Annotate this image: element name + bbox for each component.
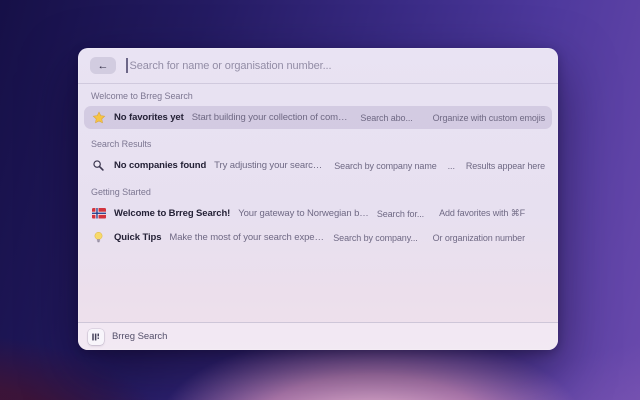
app-name: Brreg Search <box>112 331 168 342</box>
list-item-subtitle: Start building your collection of compan… <box>191 112 353 123</box>
list-item-title: No companies found <box>114 160 207 171</box>
section-welcome: Welcome to Brreg Search No favorites yet… <box>84 84 552 129</box>
list-item-title: Quick Tips <box>114 232 162 243</box>
list-item-subtitle: Try adjusting your search terms <box>214 160 326 171</box>
list-item-quick-tips[interactable]: Quick Tips Make the most of your search … <box>84 226 552 249</box>
text-caret <box>126 58 128 73</box>
accessory-text: ... <box>447 160 455 171</box>
list-item-no-favorites[interactable]: No favorites yet Start building your col… <box>84 106 552 129</box>
list-item-accessories: Search by company... Or organization num… <box>333 233 525 243</box>
search-input[interactable]: ← Search for name or organisation number… <box>78 48 558 84</box>
accessory-text: Results appear here <box>465 160 545 171</box>
section-header: Search Results <box>91 139 152 149</box>
results-list: Welcome to Brreg Search No favorites yet… <box>78 84 558 322</box>
accessory-text: Search for... <box>376 208 425 219</box>
section-header: Welcome to Brreg Search <box>91 91 193 101</box>
back-button[interactable]: ← <box>90 57 116 74</box>
accessory-text: Add favorites with ⌘F <box>439 208 525 218</box>
section-getting-started: Getting Started Welcome to Brreg Search!… <box>84 180 552 249</box>
list-item-welcome[interactable]: Welcome to Brreg Search! Your gateway to… <box>84 202 552 225</box>
list-item-title: Welcome to Brreg Search! <box>114 208 231 219</box>
status-bar: Brreg Search <box>78 322 558 350</box>
list-item-subtitle: Make the most of your search experience <box>169 232 326 243</box>
lightbulb-icon <box>91 231 106 244</box>
section-header: Getting Started <box>91 187 151 197</box>
launcher-window: ← Search for name or organisation number… <box>78 48 558 350</box>
section-search-results: Search Results No companies found Try ad… <box>84 132 552 177</box>
accessory-text: Organize with custom emojis <box>432 112 545 123</box>
list-item-no-companies[interactable]: No companies found Try adjusting your se… <box>84 154 552 177</box>
list-item-title: No favorites yet <box>114 112 184 123</box>
norway-flag-icon <box>91 208 106 219</box>
list-item-accessories: Search for... Add favorites with ⌘F <box>377 208 525 219</box>
accessory-text: Search by company name <box>334 160 437 171</box>
back-arrow-icon: ← <box>97 59 109 72</box>
list-item-accessories: Search by company name ... Results appea… <box>334 161 545 171</box>
accessory-text: Search abo... <box>360 112 413 123</box>
star-icon <box>91 110 106 125</box>
brreg-logo-icon <box>88 328 104 345</box>
list-item-accessories: Search abo... Organize with custom emoji… <box>360 113 545 123</box>
search-placeholder: Search for name or organisation number..… <box>129 59 332 72</box>
magnifier-icon <box>91 159 106 172</box>
list-item-subtitle: Your gateway to Norwegian busines... <box>238 208 369 219</box>
accessory-text: Or organization number <box>432 232 525 243</box>
accessory-text: Search by company... <box>333 232 418 243</box>
